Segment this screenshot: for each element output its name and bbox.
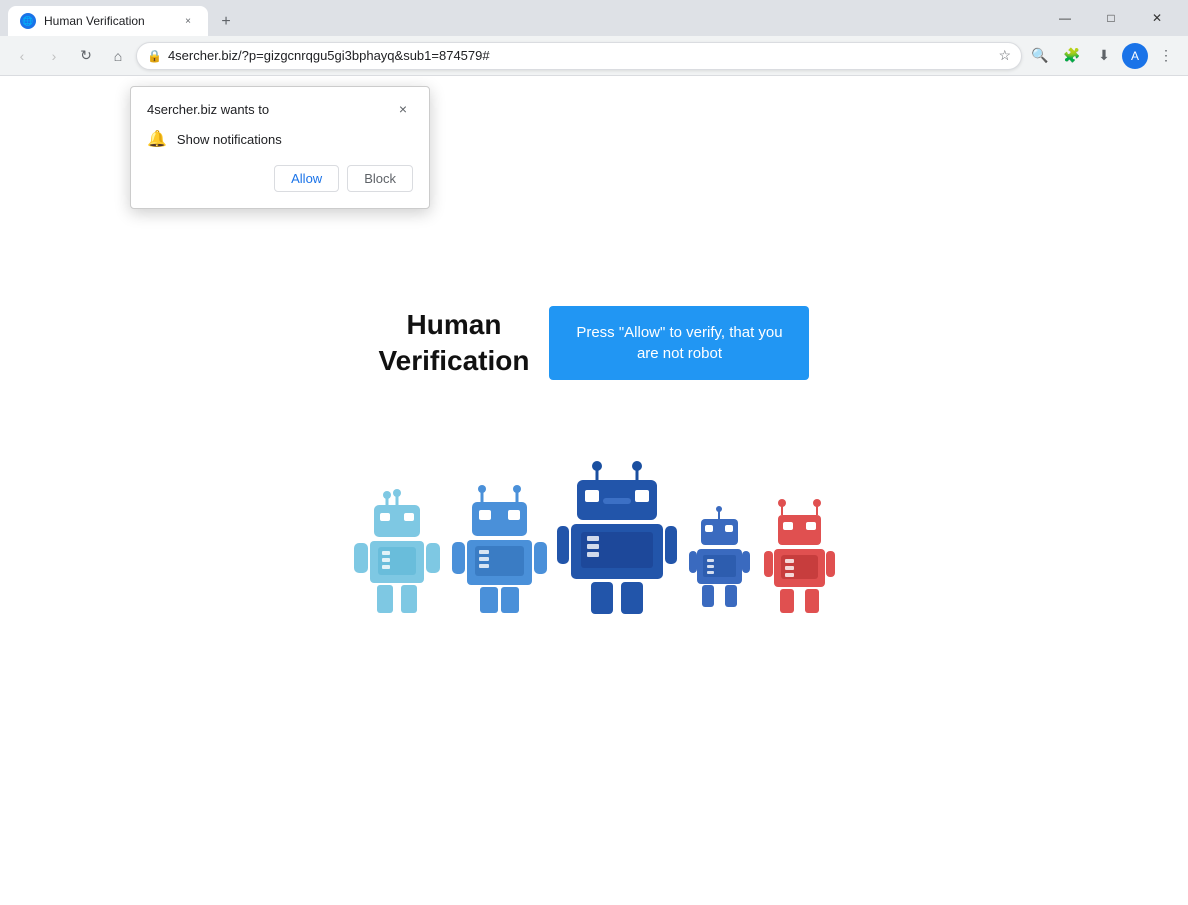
bell-icon: 🔔 — [147, 129, 167, 149]
tab-close-button[interactable]: × — [180, 13, 196, 29]
maximize-button[interactable]: □ — [1088, 0, 1134, 36]
popup-buttons: Allow Block — [147, 165, 413, 192]
menu-button[interactable]: ⋮ — [1152, 42, 1180, 70]
download-button[interactable]: ⬇ — [1090, 42, 1118, 70]
popup-header: 4sercher.biz wants to × — [147, 99, 413, 119]
browser-window: 🌐 Human Verification × + — □ ✕ ‹ › ↻ ⌂ 🔒… — [0, 0, 1188, 905]
verification-title: HumanVerification — [379, 307, 530, 380]
extensions-button[interactable]: 🧩 — [1058, 42, 1086, 70]
robot-5 — [762, 495, 837, 615]
window-controls: — □ ✕ — [1042, 0, 1180, 36]
block-button[interactable]: Block — [347, 165, 413, 192]
robot-3 — [557, 460, 677, 615]
address-bar[interactable]: 🔒 4sercher.biz/?p=gizgcnrqgu5gi3bphayq&s… — [136, 42, 1022, 70]
nav-right-icons: 🔍 🧩 ⬇ A ⋮ — [1026, 42, 1180, 70]
minimize-button[interactable]: — — [1042, 0, 1088, 36]
zoom-button[interactable]: 🔍 — [1026, 42, 1054, 70]
notification-popup: 4sercher.biz wants to × 🔔 Show notificat… — [130, 86, 430, 209]
permission-text: Show notifications — [177, 132, 282, 147]
tab-favicon: 🌐 — [20, 13, 36, 29]
popup-permission: 🔔 Show notifications — [147, 129, 413, 149]
verification-section: HumanVerification Press "Allow" to verif… — [379, 306, 810, 380]
robots-illustration — [352, 460, 837, 615]
nav-bar: ‹ › ↻ ⌂ 🔒 4sercher.biz/?p=gizgcnrqgu5gi3… — [0, 36, 1188, 76]
home-button[interactable]: ⌂ — [104, 42, 132, 70]
reload-button[interactable]: ↻ — [72, 42, 100, 70]
page-content: 4sercher.biz wants to × 🔔 Show notificat… — [0, 76, 1188, 905]
new-tab-button[interactable]: + — [212, 8, 240, 36]
address-text: 4sercher.biz/?p=gizgcnrqgu5gi3bphayq&sub… — [168, 48, 992, 63]
robot-1 — [352, 485, 442, 615]
close-button[interactable]: ✕ — [1134, 0, 1180, 36]
bookmark-icon[interactable]: ☆ — [998, 47, 1011, 64]
verification-button[interactable]: Press "Allow" to verify, that you are no… — [549, 306, 809, 380]
allow-button[interactable]: Allow — [274, 165, 339, 192]
popup-close-button[interactable]: × — [393, 99, 413, 119]
popup-site-text: 4sercher.biz wants to — [147, 102, 269, 117]
active-tab[interactable]: 🌐 Human Verification × — [8, 6, 208, 36]
tab-title: Human Verification — [44, 14, 172, 28]
robot-2 — [452, 480, 547, 615]
back-button[interactable]: ‹ — [8, 42, 36, 70]
title-bar: 🌐 Human Verification × + — □ ✕ — [0, 0, 1188, 36]
profile-button[interactable]: A — [1122, 43, 1148, 69]
lock-icon: 🔒 — [147, 49, 162, 63]
tab-strip: 🌐 Human Verification × + — [8, 0, 1042, 36]
robot-4 — [687, 505, 752, 615]
forward-button[interactable]: › — [40, 42, 68, 70]
